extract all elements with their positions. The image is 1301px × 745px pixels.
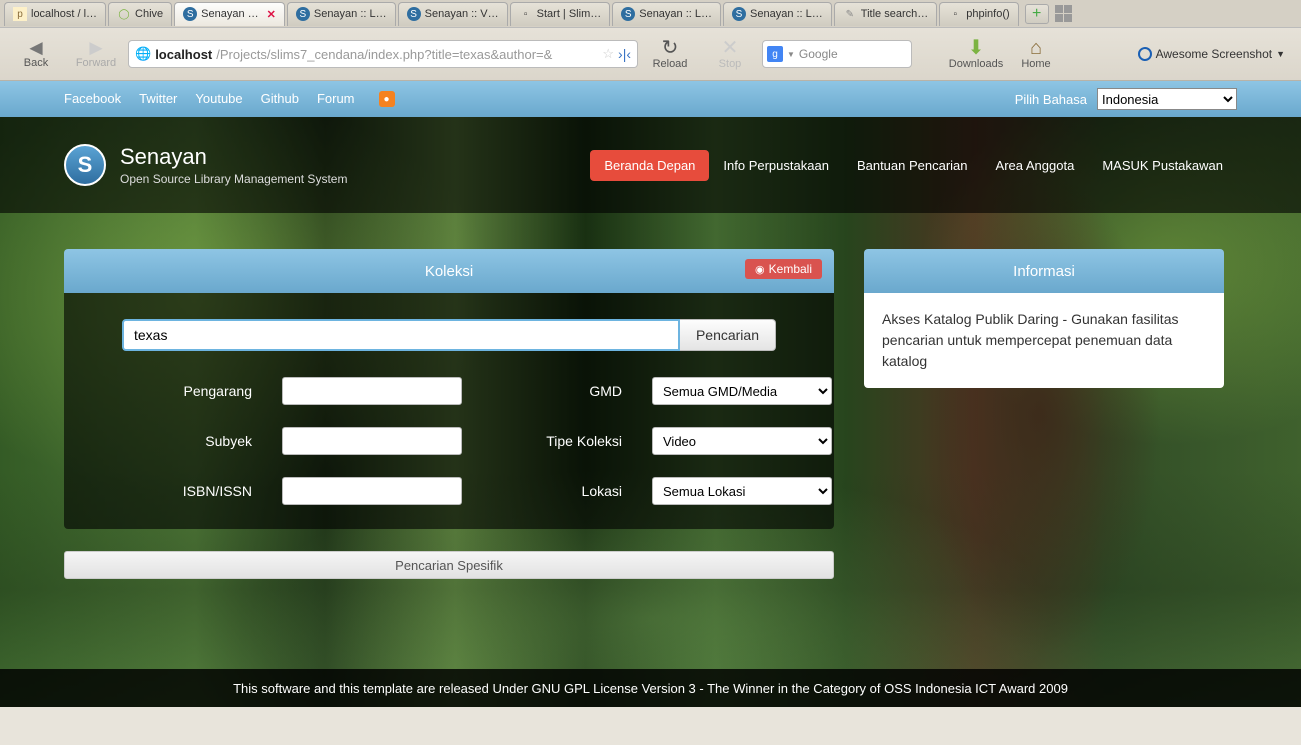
nav-anggota[interactable]: Area Anggota	[982, 150, 1089, 181]
pencarian-spesifik-button[interactable]: Pencarian Spesifik	[64, 551, 834, 579]
browser-tab[interactable]: SSenayan :: L…	[723, 2, 832, 26]
bookmark-icon[interactable]: ☆	[602, 46, 614, 62]
google-icon: g	[767, 46, 783, 62]
nav-info[interactable]: Info Perpustakaan	[709, 150, 843, 181]
url-host: localhost	[155, 47, 212, 62]
label-tipe: Tipe Koleksi	[492, 433, 622, 449]
brand: Senayan Open Source Library Management S…	[120, 144, 347, 186]
new-tab-button[interactable]: +	[1025, 4, 1049, 24]
download-icon: ⬇	[968, 38, 985, 58]
stop-icon: ✕	[722, 38, 739, 58]
favicon-icon: ✎	[843, 7, 857, 21]
language-select[interactable]: Indonesia	[1097, 88, 1237, 110]
lens-icon	[1138, 47, 1152, 61]
browser-tab[interactable]: ✎Title search…	[834, 2, 937, 26]
back-circle-icon: ◉	[755, 263, 765, 276]
favicon-icon: S	[732, 7, 746, 21]
link-facebook[interactable]: Facebook	[64, 91, 121, 107]
home-icon: ⌂	[1030, 38, 1042, 58]
favicon-icon: S	[407, 7, 421, 21]
favicon-icon: ◯	[117, 7, 131, 21]
reload-icon: ↻	[662, 38, 679, 58]
awesome-screenshot-button[interactable]: Awesome Screenshot▼	[1130, 43, 1293, 65]
logo-icon: S	[64, 144, 106, 186]
stop-button: ✕Stop	[702, 38, 758, 70]
koleksi-panel: Koleksi ◉ Kembali Pencarian Pengarang GM…	[64, 249, 834, 579]
header: S Senayan Open Source Library Management…	[0, 117, 1301, 213]
search-box[interactable]: g ▼ Google	[762, 40, 912, 68]
forward-arrow-icon: ►	[85, 39, 107, 57]
informasi-header: Informasi	[864, 249, 1224, 293]
input-pengarang[interactable]	[282, 377, 462, 405]
browser-chrome: plocalhost / l… ◯Chive SSenayan …✕ SSena…	[0, 0, 1301, 81]
pencarian-button[interactable]: Pencarian	[680, 319, 776, 351]
label-subyek: Subyek	[122, 433, 252, 449]
label-isbn: ISBN/ISSN	[122, 483, 252, 499]
informasi-body: Akses Katalog Publik Daring - Gunakan fa…	[864, 293, 1224, 388]
browser-tab[interactable]: SSenayan :: V…	[398, 2, 508, 26]
favicon-icon: p	[13, 7, 27, 21]
language-label: Pilih Bahasa	[1015, 92, 1087, 107]
browser-tab[interactable]: ▫phpinfo()	[939, 2, 1018, 26]
informasi-panel: Informasi Akses Katalog Publik Daring - …	[864, 249, 1224, 579]
close-icon[interactable]: ✕	[267, 8, 276, 21]
chevron-down-icon: ▼	[1276, 49, 1285, 59]
home-button[interactable]: ⌂Home	[1008, 38, 1064, 70]
browser-tab-active[interactable]: SSenayan …✕	[174, 2, 285, 26]
brand-subtitle: Open Source Library Management System	[120, 172, 347, 186]
address-bar[interactable]: 🌐 localhost /Projects/slims7_cendana/ind…	[128, 40, 638, 68]
nav-masuk[interactable]: MASUK Pustakawan	[1088, 150, 1237, 181]
favicon-icon: ▫	[519, 7, 533, 21]
rss-icon[interactable]: ●	[379, 91, 395, 107]
informasi-title: Informasi	[1013, 263, 1075, 280]
link-youtube[interactable]: Youtube	[195, 91, 242, 107]
dropdown-icon[interactable]: ▼	[787, 50, 795, 59]
forward-button[interactable]: ►Forward	[68, 39, 124, 69]
favicon-icon: S	[183, 7, 197, 21]
main-nav: Beranda Depan Info Perpustakaan Bantuan …	[590, 150, 1237, 181]
koleksi-header: Koleksi ◉ Kembali	[64, 249, 834, 293]
page-content: Facebook Twitter Youtube Github Forum ● …	[0, 81, 1301, 745]
browser-tab[interactable]: plocalhost / l…	[4, 2, 106, 26]
brand-title: Senayan	[120, 144, 347, 170]
browser-tab[interactable]: ◯Chive	[108, 2, 172, 26]
browser-tab[interactable]: SSenayan :: L…	[287, 2, 396, 26]
browser-tab[interactable]: SSenayan :: L…	[612, 2, 721, 26]
select-tipe[interactable]: Video	[652, 427, 832, 455]
input-isbn[interactable]	[282, 477, 462, 505]
browser-tab[interactable]: ▫Start | Slim…	[510, 2, 611, 26]
tab-bar: plocalhost / l… ◯Chive SSenayan …✕ SSena…	[0, 0, 1301, 28]
downloads-button[interactable]: ⬇Downloads	[948, 38, 1004, 70]
url-path: /Projects/slims7_cendana/index.php?title…	[216, 47, 598, 62]
favicon-icon: S	[621, 7, 635, 21]
reload-button[interactable]: ↻Reload	[642, 38, 698, 70]
select-lokasi[interactable]: Semua Lokasi	[652, 477, 832, 505]
koleksi-body: Pencarian Pengarang GMD Semua GMD/Media …	[64, 293, 834, 529]
tab-groups-button[interactable]	[1055, 5, 1073, 23]
select-gmd[interactable]: Semua GMD/Media	[652, 377, 832, 405]
link-github[interactable]: Github	[261, 91, 299, 107]
back-arrow-icon: ◄	[25, 39, 47, 57]
globe-icon: 🌐	[135, 46, 151, 62]
favicon-icon: ▫	[948, 7, 962, 21]
footer: This software and this template are rele…	[0, 669, 1301, 707]
link-twitter[interactable]: Twitter	[139, 91, 177, 107]
nav-bantuan[interactable]: Bantuan Pencarian	[843, 150, 982, 181]
kembali-button[interactable]: ◉ Kembali	[745, 259, 822, 279]
input-subyek[interactable]	[282, 427, 462, 455]
label-gmd: GMD	[492, 383, 622, 399]
nav-beranda[interactable]: Beranda Depan	[590, 150, 709, 181]
label-lokasi: Lokasi	[492, 483, 622, 499]
top-bar: Facebook Twitter Youtube Github Forum ● …	[0, 81, 1301, 117]
browser-toolbar: ◄Back ►Forward 🌐 localhost /Projects/sli…	[0, 28, 1301, 80]
search-input[interactable]	[122, 319, 680, 351]
social-links: Facebook Twitter Youtube Github Forum ●	[64, 91, 395, 107]
reader-icon[interactable]: ›|‹	[618, 46, 631, 62]
link-forum[interactable]: Forum	[317, 91, 355, 107]
label-pengarang: Pengarang	[122, 383, 252, 399]
koleksi-title: Koleksi	[425, 263, 473, 280]
favicon-icon: S	[296, 7, 310, 21]
hero-section: S Senayan Open Source Library Management…	[0, 117, 1301, 707]
back-button[interactable]: ◄Back	[8, 39, 64, 69]
